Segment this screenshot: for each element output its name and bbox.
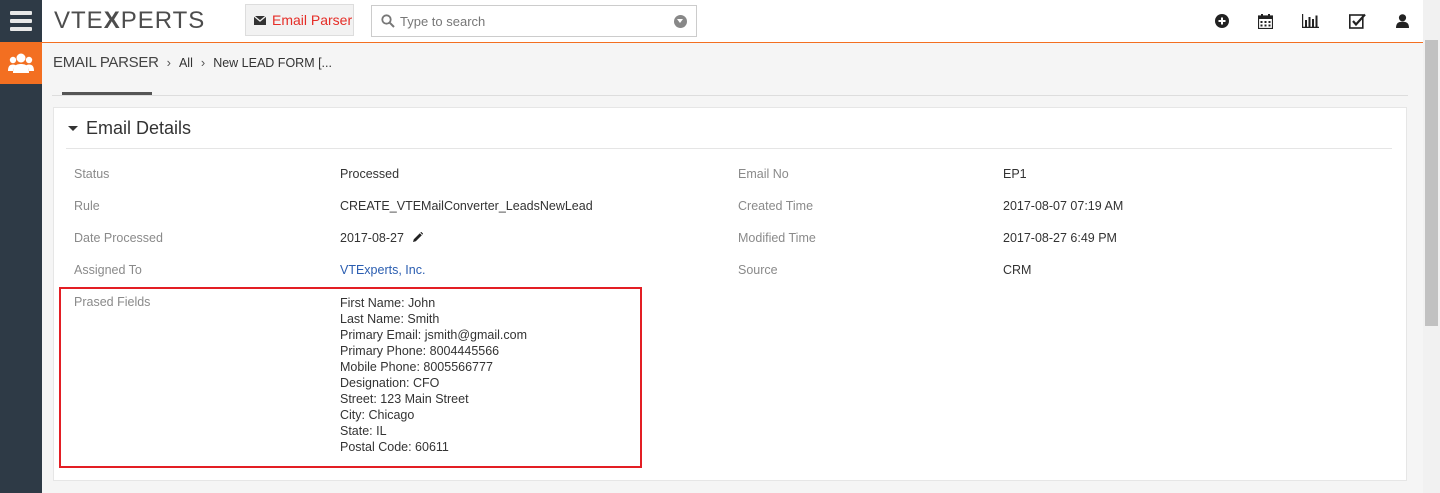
pencil-edit-icon[interactable] <box>412 232 423 243</box>
field-value-assigned-to-link[interactable]: VTExperts, Inc. <box>340 263 425 277</box>
field-label-date-processed: Date Processed <box>74 231 163 245</box>
collapse-caret-icon <box>68 126 78 131</box>
field-value-date-processed-wrap: 2017-08-27 <box>340 231 423 245</box>
field-label-email-no: Email No <box>738 167 789 181</box>
search-icon <box>381 14 395 28</box>
field-value-modified-time: 2017-08-27 6:49 PM <box>1003 231 1117 245</box>
detail-tabs-divider <box>52 95 1408 96</box>
field-value-rule: CREATE_VTEMailConverter_LeadsNewLead <box>340 199 593 213</box>
field-value-date-processed: 2017-08-27 <box>340 231 404 245</box>
calendar-icon[interactable] <box>1256 12 1274 30</box>
field-label-assigned-to: Assigned To <box>74 263 142 277</box>
breadcrumb: EMAIL PARSER › All › New LEAD FORM [... <box>53 54 332 71</box>
users-group-icon[interactable] <box>0 42 42 84</box>
field-label-modified-time: Modified Time <box>738 231 816 245</box>
envelope-icon <box>254 15 266 25</box>
email-details-header[interactable]: Email Details <box>68 118 191 139</box>
bar-chart-icon[interactable] <box>1301 12 1319 30</box>
email-parser-module-tab[interactable]: Email Parser <box>245 4 354 36</box>
user-icon[interactable] <box>1393 12 1411 30</box>
breadcrumb-item-all[interactable]: All <box>179 56 193 70</box>
search-options-dropdown-icon[interactable] <box>674 15 687 28</box>
panel-title: Email Details <box>86 118 192 138</box>
checkbox-icon[interactable] <box>1348 12 1366 30</box>
global-search <box>371 5 697 37</box>
field-value-email-no: EP1 <box>1003 167 1027 181</box>
page-scrollbar[interactable] <box>1423 0 1440 493</box>
panel-divider <box>66 148 1392 149</box>
breadcrumb-module[interactable]: EMAIL PARSER <box>53 54 159 71</box>
vtexperts-logo[interactable]: VTEXPERTS <box>54 9 205 33</box>
scrollbar-thumb[interactable] <box>1425 40 1438 326</box>
breadcrumb-chevron-icon: › <box>200 55 206 70</box>
field-label-created-time: Created Time <box>738 199 814 213</box>
field-value-created-time: 2017-08-07 07:19 AM <box>1003 199 1124 213</box>
field-value-status: Processed <box>340 167 400 181</box>
breadcrumb-chevron-icon: › <box>166 55 171 70</box>
field-label-status: Status <box>74 167 110 181</box>
tab-details-active[interactable] <box>62 92 152 95</box>
field-value-source: CRM <box>1003 263 1032 277</box>
parsed-fields-highlight-box <box>59 287 642 468</box>
search-input[interactable] <box>400 6 660 36</box>
field-label-rule: Rule <box>74 199 100 213</box>
top-navbar: VTEXPERTS Email Parser <box>42 0 1423 43</box>
plus-circle-icon[interactable] <box>1213 12 1231 30</box>
field-label-source: Source <box>738 263 778 277</box>
breadcrumb-bar: EMAIL PARSER › All › New LEAD FORM [... <box>42 43 1423 83</box>
breadcrumb-item-record[interactable]: New LEAD FORM [... <box>213 56 332 70</box>
module-tab-label: Email Parser <box>272 12 353 28</box>
left-sidebar <box>0 0 42 493</box>
hamburger-menu-icon[interactable] <box>0 0 42 42</box>
